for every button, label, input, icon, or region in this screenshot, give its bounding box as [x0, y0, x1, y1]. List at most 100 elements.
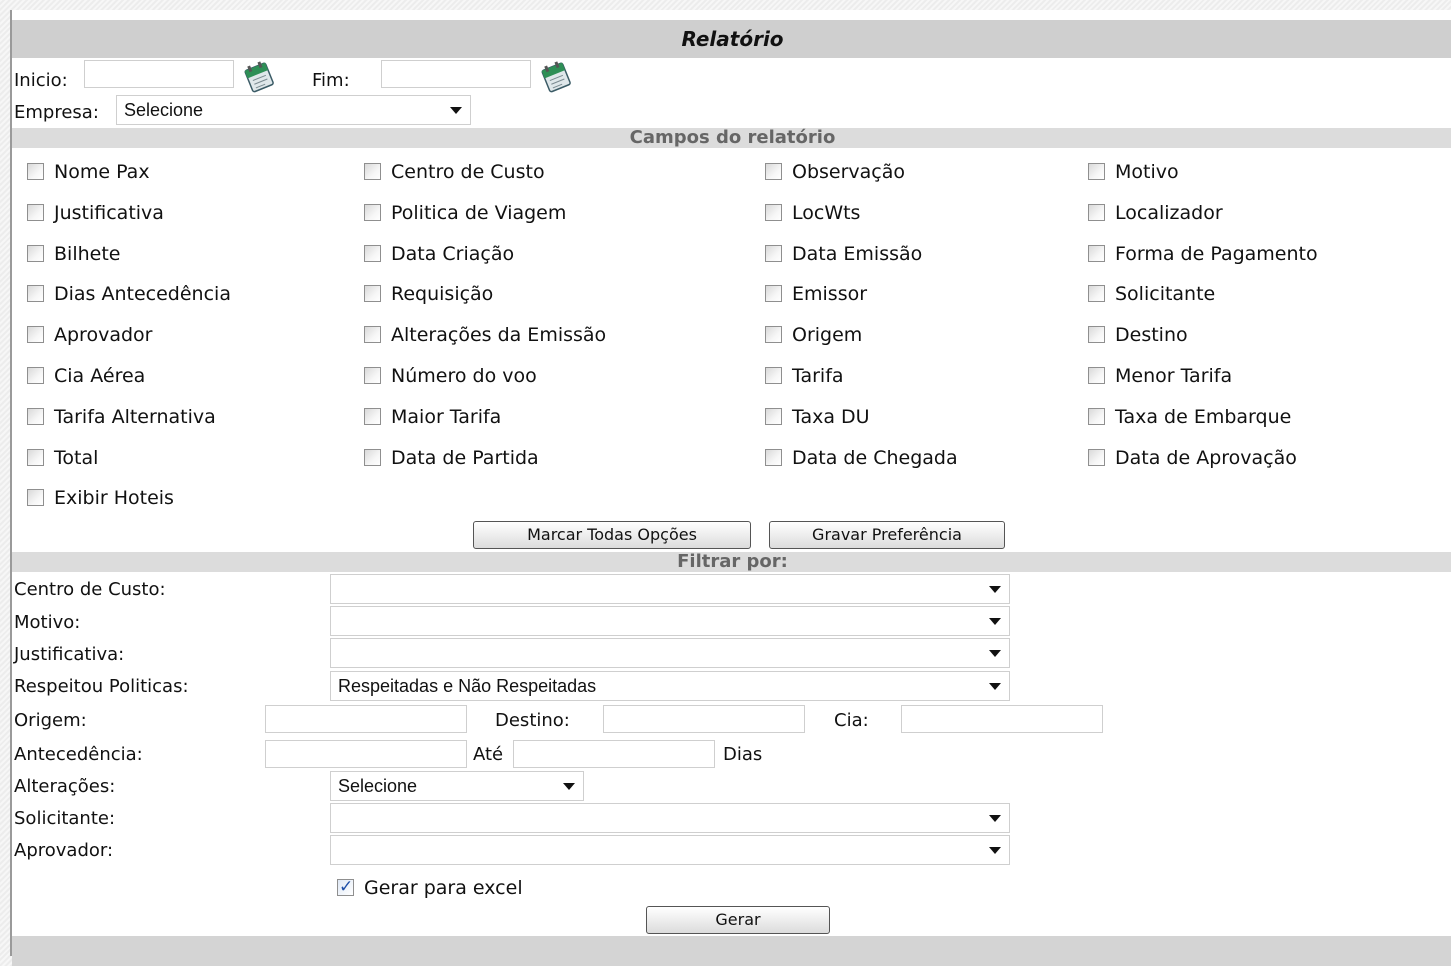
campo-checkbox[interactable] [364, 408, 381, 425]
inicio-label: Inicio: [14, 70, 68, 91]
report-panel: Relatório Inicio: Fim: Empresa: Selecion… [10, 10, 1451, 966]
calendar-icon-inicio[interactable] [242, 60, 276, 94]
campo-label: Tarifa [792, 365, 844, 387]
campo-checkbox[interactable] [765, 449, 782, 466]
campo-checkbox[interactable] [27, 245, 44, 262]
campo-checkbox[interactable] [1088, 326, 1105, 343]
motivo-select[interactable] [330, 606, 1010, 636]
campo-label: Forma de Pagamento [1115, 243, 1318, 265]
campo-label: LocWts [792, 202, 861, 224]
campo-checkbox[interactable] [765, 408, 782, 425]
campo-label: Maior Tarifa [391, 406, 502, 428]
campo-checkbox[interactable] [1088, 163, 1105, 180]
campo-checkbox[interactable] [1088, 245, 1105, 262]
campo-label: Requisição [391, 283, 494, 305]
campo-label: Data de Partida [391, 447, 539, 469]
save-preference-button[interactable]: Gravar Preferência [769, 521, 1005, 549]
campo-checkbox[interactable] [1088, 367, 1105, 384]
campo-checkbox[interactable] [765, 245, 782, 262]
campo-checkbox[interactable] [364, 367, 381, 384]
inicio-input[interactable] [84, 60, 234, 88]
campo-checkbox[interactable] [27, 204, 44, 221]
campo-label: Dias Antecedência [54, 283, 231, 305]
chevron-down-icon [563, 783, 575, 790]
campo-label: Alterações da Emissão [391, 324, 607, 346]
campo-label: Motivo [1115, 161, 1179, 183]
solicitante-select[interactable] [330, 803, 1010, 833]
aprovador-select[interactable] [330, 835, 1010, 865]
campo-label: Justificativa [54, 202, 164, 224]
campo-label: Emissor [792, 283, 868, 305]
campo-checkbox[interactable] [364, 449, 381, 466]
campo-checkbox[interactable] [765, 163, 782, 180]
campo-checkbox[interactable] [364, 163, 381, 180]
destino-label: Destino: [495, 710, 570, 731]
antecedencia-ate-input[interactable] [513, 740, 715, 768]
campo-checkbox[interactable] [765, 326, 782, 343]
origem-input[interactable] [265, 705, 467, 733]
aprovador-label: Aprovador: [14, 840, 114, 861]
empresa-label: Empresa: [14, 102, 99, 123]
fim-input[interactable] [381, 60, 531, 88]
campo-label: Aprovador [54, 324, 153, 346]
campo-checkbox[interactable] [27, 367, 44, 384]
campo-checkbox[interactable] [27, 163, 44, 180]
campo-checkbox[interactable] [1088, 285, 1105, 302]
respeitou-select[interactable]: Respeitadas e Não Respeitadas [330, 671, 1010, 701]
empresa-select[interactable]: Selecione [116, 95, 471, 125]
antecedencia-de-input[interactable] [265, 740, 467, 768]
chevron-down-icon [989, 683, 1001, 690]
campo-checkbox[interactable] [27, 489, 44, 506]
centro-custo-select[interactable] [330, 574, 1010, 604]
ate-label: Até [473, 744, 504, 765]
respeitou-value: Respeitadas e Não Respeitadas [338, 676, 597, 696]
campo-label: Bilhete [54, 243, 121, 265]
excel-checkbox[interactable]: ✓ [337, 877, 354, 897]
campo-label: Solicitante [1115, 283, 1216, 305]
campo-checkbox[interactable] [364, 245, 381, 262]
gerar-button[interactable]: Gerar [646, 906, 830, 934]
destino-input[interactable] [603, 705, 805, 733]
campo-label: Taxa DU [792, 406, 870, 428]
campo-label: Total [54, 447, 99, 469]
alteracoes-select[interactable]: Selecione [330, 771, 584, 801]
campo-label: Data Emissão [792, 243, 923, 265]
chevron-down-icon [450, 107, 462, 114]
campo-label: Origem [792, 324, 863, 346]
chevron-down-icon [989, 847, 1001, 854]
calendar-icon-fim[interactable] [539, 60, 573, 94]
campo-checkbox[interactable] [27, 285, 44, 302]
campo-checkbox[interactable] [1088, 204, 1105, 221]
justificativa-label: Justificativa: [14, 644, 125, 665]
justificativa-select[interactable] [330, 638, 1010, 668]
respeitou-label: Respeitou Politicas: [14, 676, 189, 697]
antecedencia-label: Antecedência: [14, 744, 143, 765]
centro-custo-label: Centro de Custo: [14, 579, 166, 600]
motivo-label: Motivo: [14, 612, 81, 633]
campo-label: Nome Pax [54, 161, 150, 183]
campo-checkbox[interactable] [27, 326, 44, 343]
solicitante-label: Solicitante: [14, 808, 116, 829]
campo-checkbox[interactable] [27, 408, 44, 425]
alteracoes-value: Selecione [338, 776, 418, 796]
campo-label: Data Criação [391, 243, 515, 265]
campo-checkbox[interactable] [27, 449, 44, 466]
campo-checkbox[interactable] [765, 367, 782, 384]
campo-label: Destino [1115, 324, 1188, 346]
chevron-down-icon [989, 618, 1001, 625]
campo-checkbox[interactable] [1088, 449, 1105, 466]
dias-label: Dias [723, 744, 763, 765]
mark-all-button[interactable]: Marcar Todas Opções [473, 521, 751, 549]
campo-checkbox[interactable] [765, 285, 782, 302]
cia-input[interactable] [901, 705, 1103, 733]
campo-checkbox[interactable] [765, 204, 782, 221]
campo-checkbox[interactable] [364, 204, 381, 221]
campo-checkbox[interactable] [364, 285, 381, 302]
chevron-down-icon [989, 586, 1001, 593]
fim-label: Fim: [312, 70, 350, 91]
page-title: Relatório [12, 20, 1451, 58]
alteracoes-label: Alterações: [14, 776, 116, 797]
campo-checkbox[interactable] [1088, 408, 1105, 425]
campo-label: Tarifa Alternativa [54, 406, 216, 428]
campo-checkbox[interactable] [364, 326, 381, 343]
